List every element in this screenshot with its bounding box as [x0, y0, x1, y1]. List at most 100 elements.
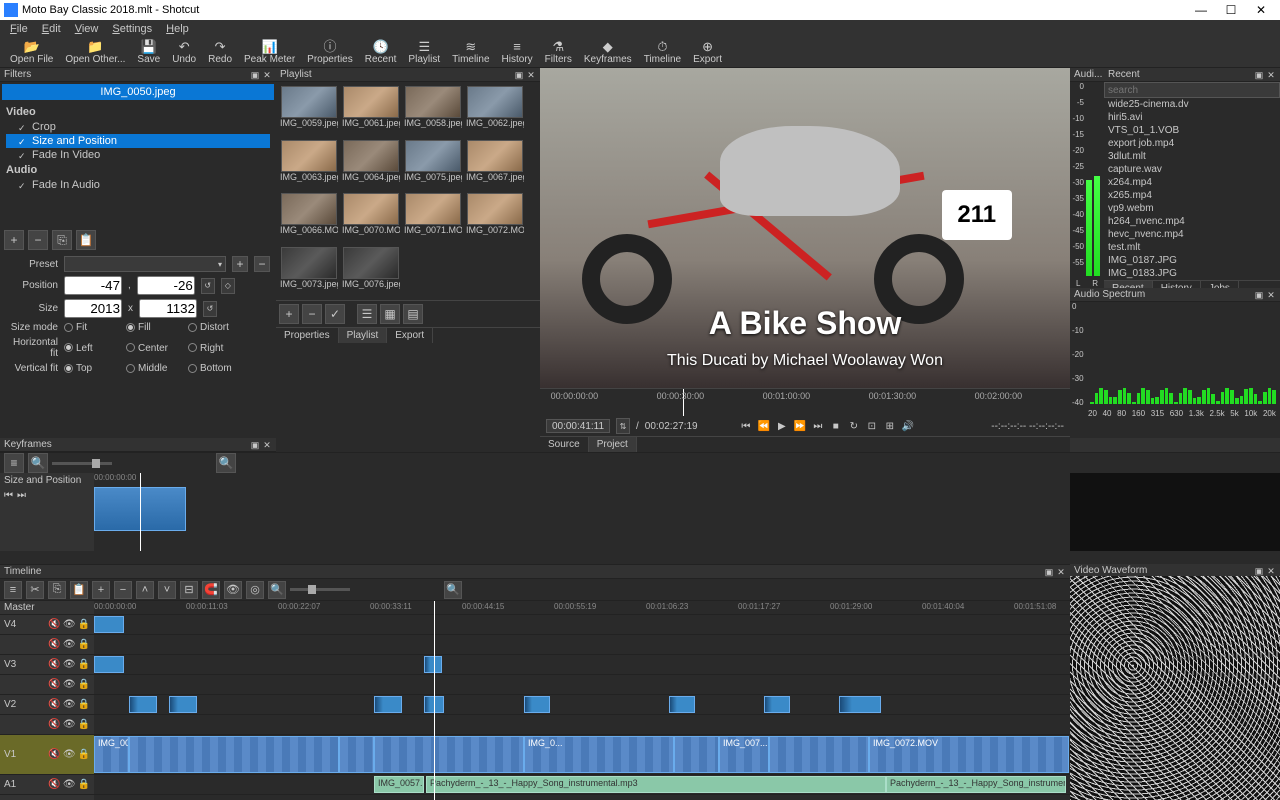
toolbar-redo[interactable]: ↷Redo	[202, 40, 238, 65]
menu-edit[interactable]: Edit	[36, 23, 67, 35]
add-filter-button[interactable]: +	[4, 230, 24, 250]
tab-playlist[interactable]: Playlist	[339, 328, 388, 343]
sizemode-distort[interactable]: Distort	[188, 322, 244, 333]
tl-append-button[interactable]: +	[92, 581, 110, 599]
recent-undock-icon[interactable]: ▣	[1254, 70, 1264, 80]
sizemode-fill[interactable]: Fill	[126, 322, 182, 333]
tl-overwrite-button[interactable]: ˅	[158, 581, 176, 599]
kf-zoomout-button[interactable]: 🔍	[28, 453, 48, 473]
undock-icon[interactable]: ▣	[250, 70, 260, 80]
maximize-button[interactable]: ☐	[1216, 3, 1246, 17]
toolbar-timeline[interactable]: ≋Timeline	[446, 40, 495, 65]
kf-zoomin-button[interactable]: 🔍	[216, 453, 236, 473]
recent-item[interactable]: VTS_01_1.VOB	[1104, 124, 1280, 137]
timeline-clip[interactable]: IMG_0...	[524, 736, 674, 773]
recent-item[interactable]: h264_nvenc.mp4	[1104, 215, 1280, 228]
timeline-clip[interactable]: IMG_0072.MOV	[869, 736, 1069, 773]
track-head-v1[interactable]: V1🔇👁🔒	[0, 735, 94, 775]
preset-remove-button[interactable]: −	[254, 256, 270, 272]
recent-item[interactable]: 3dlut.mlt	[1104, 150, 1280, 163]
filter-item[interactable]: Crop	[6, 120, 270, 134]
vfit-middle[interactable]: Middle	[126, 363, 182, 374]
size-reset-button[interactable]: ↺	[203, 301, 217, 317]
menu-view[interactable]: View	[69, 23, 105, 35]
kf-track[interactable]: 00:00:00:00	[94, 473, 1070, 551]
loop-button[interactable]: ↻	[847, 421, 861, 432]
toolbar-undo[interactable]: ↶Undo	[166, 40, 202, 65]
hfit-left[interactable]: Left	[64, 343, 120, 354]
preview-ruler[interactable]: 00:00:00:0000:00:30:0000:01:00:0000:01:3…	[540, 388, 1070, 416]
position-y-input[interactable]	[137, 276, 195, 295]
size-w-input[interactable]	[64, 299, 122, 318]
filter-item[interactable]: Size and Position	[6, 134, 270, 148]
recent-search-input[interactable]	[1104, 82, 1280, 98]
timeline-clip[interactable]	[674, 736, 719, 773]
recent-item[interactable]: capture.wav	[1104, 163, 1280, 176]
recent-close-icon[interactable]: ✕	[1266, 70, 1276, 80]
tl-zoom-slider[interactable]	[290, 588, 350, 591]
recent-item[interactable]: test.mlt	[1104, 241, 1280, 254]
kf-undock-icon[interactable]: ▣	[250, 440, 260, 450]
pl-check-button[interactable]: ✓	[325, 304, 345, 324]
recent-item[interactable]: wide25-cinema.dv	[1104, 98, 1280, 111]
size-h-input[interactable]	[139, 299, 197, 318]
remove-filter-button[interactable]: −	[28, 230, 48, 250]
tl-scrub-button[interactable]: 👁	[224, 581, 242, 599]
timeline-audio-clip[interactable]: Pachyderm_-_13_-_Happy_Song_instrumental…	[426, 776, 886, 793]
tl-zoomin-button[interactable]: 🔍	[444, 581, 462, 599]
tl-lift-button[interactable]: ˄	[136, 581, 154, 599]
playlist-item[interactable]: IMG_0070.MOV	[342, 193, 400, 243]
close-button[interactable]: ✕	[1246, 3, 1276, 17]
skip-start-button[interactable]: ⏮	[739, 421, 753, 432]
track-head-master[interactable]: Master	[0, 601, 94, 615]
playlist-item[interactable]: IMG_0064.jpeg	[342, 140, 400, 190]
track-head-a1[interactable]: A1🔇👁🔒	[0, 775, 94, 795]
playlist-item[interactable]: IMG_0076.jpeg	[342, 247, 400, 297]
tab-export[interactable]: Export	[387, 328, 433, 343]
current-time-input[interactable]	[546, 419, 610, 433]
playlist-item[interactable]: IMG_0058.jpeg	[404, 86, 462, 136]
timeline-clip[interactable]	[339, 736, 374, 773]
kf-menu-button[interactable]: ≡	[4, 453, 24, 473]
timeline-clip[interactable]: IMG_0057.MOV	[94, 736, 129, 773]
toolbar-recent[interactable]: 🕓Recent	[359, 40, 403, 65]
sizemode-fit[interactable]: Fit	[64, 322, 120, 333]
close-panel-icon[interactable]: ✕	[262, 70, 272, 80]
skip-end-button[interactable]: ⏭	[811, 421, 825, 432]
pl-add-button[interactable]: +	[279, 304, 299, 324]
hfit-right[interactable]: Right	[188, 343, 244, 354]
recent-item[interactable]: IMG_0187.JPG	[1104, 254, 1280, 267]
tl-ripple-button[interactable]: ◎	[246, 581, 264, 599]
timeline-audio-clip[interactable]: Pachyderm_-_13_-_Happy_Song_instrumental…	[886, 776, 1066, 793]
position-reset-button[interactable]: ↺	[201, 278, 215, 294]
tl-copy-button[interactable]: ⎘	[48, 581, 66, 599]
toolbar-export[interactable]: ⊕Export	[687, 40, 728, 65]
tl-zoomout-button[interactable]: 🔍	[268, 581, 286, 599]
recent-item[interactable]: export job.mp4	[1104, 137, 1280, 150]
preset-add-button[interactable]: +	[232, 256, 248, 272]
recent-item[interactable]: hiri5.avi	[1104, 111, 1280, 124]
menu-file[interactable]: File	[4, 23, 34, 35]
minimize-button[interactable]: —	[1186, 3, 1216, 17]
recent-item[interactable]: IMG_0183.JPG	[1104, 267, 1280, 280]
kf-prev-button[interactable]: ⏮	[4, 490, 13, 501]
playlist-item[interactable]: IMG_0062.jpeg	[466, 86, 524, 136]
position-x-input[interactable]	[64, 276, 122, 295]
toolbar-playlist[interactable]: ☰Playlist	[402, 40, 446, 65]
playlist-item[interactable]: IMG_0071.MOV	[404, 193, 462, 243]
position-keyframe-button[interactable]: ◇	[221, 278, 235, 294]
toolbar-properties[interactable]: ⓘProperties	[301, 40, 359, 65]
pl-undock-icon[interactable]: ▣	[514, 70, 524, 80]
pl-view-list-button[interactable]: ☰	[357, 304, 377, 324]
tab-source[interactable]: Source	[540, 437, 589, 452]
grid-button[interactable]: ⊞	[883, 421, 897, 432]
playlist-item[interactable]: IMG_0063.jpeg	[280, 140, 338, 190]
vfit-top[interactable]: Top	[64, 363, 120, 374]
toolbar-open-file[interactable]: 📂Open File	[4, 40, 59, 65]
pl-remove-button[interactable]: −	[302, 304, 322, 324]
toolbar-save[interactable]: 💾Save	[131, 40, 166, 65]
recent-item[interactable]: hevc_nvenc.mp4	[1104, 228, 1280, 241]
timeline-clip[interactable]	[374, 736, 524, 773]
recent-item[interactable]: x265.mp4	[1104, 189, 1280, 202]
stop-button[interactable]: ■	[829, 421, 843, 432]
